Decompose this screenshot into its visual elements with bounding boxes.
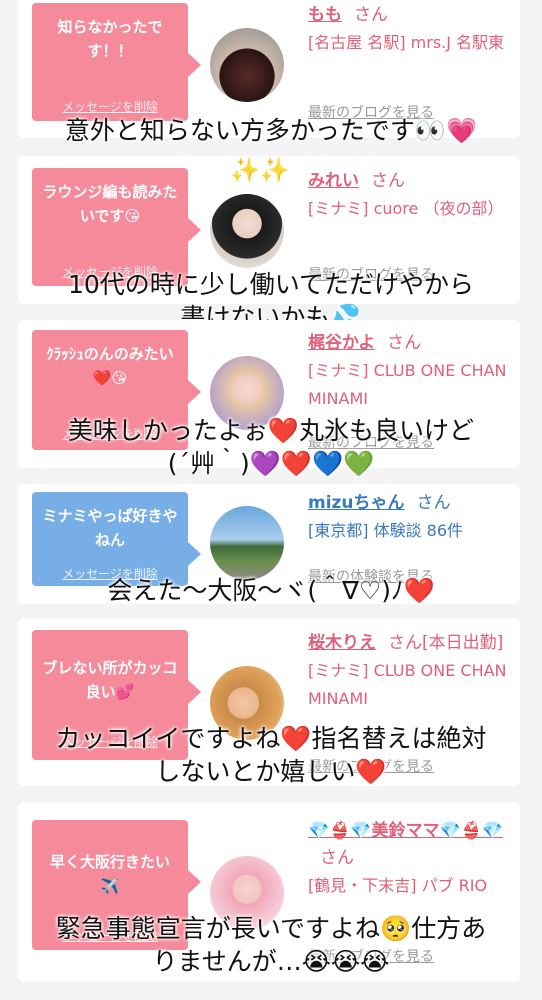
overlay-caption-line: 緊急事態宣言が長いですよね🥺仕方あ	[55, 914, 487, 943]
message-bubble: 知らなかったです！！ メッセージを削除	[32, 3, 201, 121]
sender-name[interactable]: 梶谷かよ	[308, 333, 375, 353]
honorific: さん	[387, 333, 422, 353]
sender-info: もも さん [名古屋 名駅] mrs.J 名駅東	[308, 2, 513, 57]
overlay-caption-line: しないとか嬉しい❤️	[155, 757, 387, 786]
sender-info: みれい さん [ミナミ] cuore （夜の部）	[308, 168, 513, 223]
avatar[interactable]	[210, 28, 284, 102]
message-text: ラウンジ編も読みたいです😘	[42, 183, 178, 225]
overlay-caption-line: 美味しかったよぉ❤️丸氷も良いけど	[67, 416, 475, 445]
sender-name[interactable]: 桜木りえ	[308, 633, 376, 653]
sender-location: [ミナミ] cuore （夜の部）	[308, 199, 504, 218]
sender-name[interactable]: 💎👙💎美鈴ママ💎👙💎	[308, 821, 503, 841]
message-text: ミナミやっぱ好きやねん	[42, 507, 178, 549]
sparkle-icon: ✨✨	[230, 156, 290, 184]
message-text: ブレない所がカッコ良い💕	[42, 659, 178, 701]
honorific: さん	[320, 848, 354, 868]
overlay-caption: カッコイイですよね❤️指名替えは絶対 しないとか嬉しい❤️	[0, 722, 542, 788]
message-bubble: ミナミやっぱ好きやねん メッセージを削除	[32, 492, 201, 586]
sender-name[interactable]: みれい	[308, 171, 359, 191]
sender-location: [ミナミ] CLUB ONE CHAN MINAMI	[308, 361, 507, 408]
message-text: ｸﾗｯｼｭのんのみたい❤️😘	[46, 345, 174, 387]
avatar[interactable]	[210, 506, 284, 580]
avatar[interactable]	[210, 194, 284, 268]
message-text: 知らなかったです！！	[57, 18, 163, 60]
sender-name[interactable]: mizuちゃん	[308, 493, 405, 513]
sender-location: [鶴見・下末吉] パブ RIO	[308, 876, 488, 895]
sender-location: [名古屋 名駅] mrs.J 名駅東	[308, 33, 505, 52]
sender-info: mizuちゃん さん [東京都] 体験談 86件	[308, 490, 513, 545]
overlay-caption-line: カッコイイですよね❤️指名替えは絶対	[55, 724, 487, 753]
sender-info: 梶谷かよ さん [ミナミ] CLUB ONE CHAN MINAMI	[308, 330, 513, 413]
sender-location: [東京都] 体験談 86件	[308, 521, 464, 540]
overlay-caption-line: りませんが…😭😭😭	[152, 947, 390, 976]
honorific: さん[本日出勤]	[388, 633, 504, 653]
overlay-caption-line: (´艸｀)💜❤️💙💚	[167, 449, 375, 478]
overlay-caption: 緊急事態宣言が長いですよね🥺仕方あ りませんが…😭😭😭	[0, 912, 542, 978]
overlay-caption: 会えた〜大阪〜ヾ(＾∇♡)ﾉ❤️	[107, 576, 435, 605]
sender-location: [ミナミ] CLUB ONE CHAN MINAMI	[308, 661, 507, 708]
message-text: 早く大阪行きたい✈️	[49, 853, 170, 895]
sender-info: 💎👙💎美鈴ママ💎👙💎 さん [鶴見・下末吉] パブ RIO	[308, 818, 513, 900]
overlay-caption: 意外と知らない方多かったです👀💗	[64, 116, 478, 145]
honorific: さん	[416, 493, 451, 513]
honorific: さん	[371, 171, 405, 191]
honorific: さん	[354, 5, 388, 25]
overlay-caption-line: 10代の時に少し働いてただけやから	[67, 270, 475, 299]
sender-info: 桜木りえ さん[本日出勤] [ミナミ] CLUB ONE CHAN MINAMI	[308, 630, 513, 713]
overlay-caption: 美味しかったよぉ❤️丸氷も良いけど (´艸｀)💜❤️💙💚	[0, 414, 542, 480]
sender-name[interactable]: もも	[308, 5, 342, 25]
